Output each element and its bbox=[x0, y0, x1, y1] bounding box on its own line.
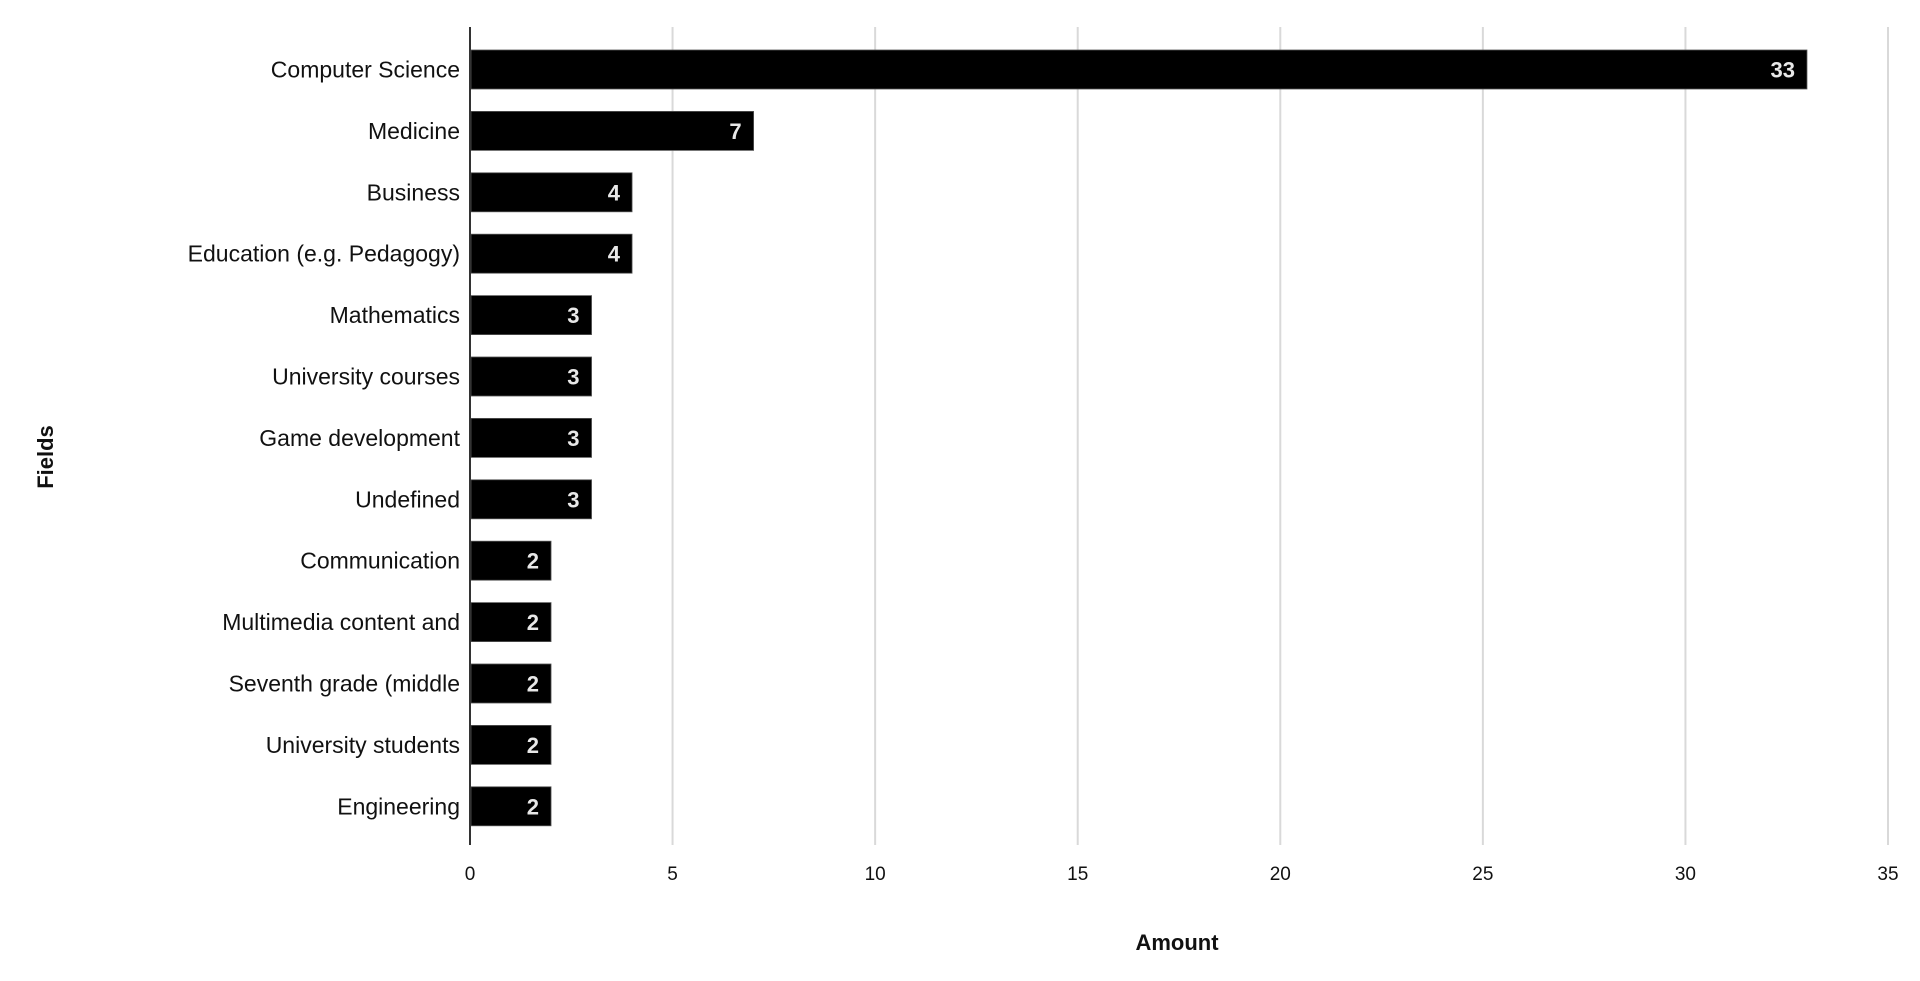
category-label: Undefined bbox=[355, 486, 460, 512]
bars bbox=[470, 49, 1808, 827]
category-label: Computer Science bbox=[271, 57, 460, 83]
category-label: University courses bbox=[272, 364, 460, 390]
bar bbox=[470, 49, 1808, 90]
data-label: 2 bbox=[527, 794, 539, 819]
data-label: 2 bbox=[527, 672, 539, 697]
data-label: 4 bbox=[608, 242, 621, 267]
category-label: Seventh grade (middle bbox=[229, 671, 460, 697]
category-label: Multimedia content and bbox=[222, 609, 460, 635]
category-label: Business bbox=[367, 179, 460, 205]
tick-label: 25 bbox=[1472, 864, 1493, 885]
tick-label: 20 bbox=[1270, 864, 1291, 885]
data-label: 2 bbox=[527, 733, 539, 758]
tick-label: 30 bbox=[1675, 864, 1696, 885]
category-label: Mathematics bbox=[330, 302, 460, 328]
x-axis-title: Amount bbox=[1135, 930, 1219, 955]
tick-label: 10 bbox=[865, 864, 886, 885]
data-label: 3 bbox=[567, 426, 579, 451]
gridlines bbox=[671, 27, 1889, 845]
data-label: 4 bbox=[608, 180, 621, 205]
data-label: 33 bbox=[1770, 58, 1794, 83]
category-label: Game development bbox=[259, 425, 460, 451]
category-label: Engineering bbox=[337, 793, 460, 819]
data-labels: 33744333322222 bbox=[527, 58, 1795, 820]
data-label: 3 bbox=[567, 487, 579, 512]
bar-chart: Computer Science Medicine Business Educatio… bbox=[33, 27, 1899, 955]
tick-label: 5 bbox=[667, 864, 678, 885]
x-tick-labels: 0 5 10 15 20 25 30 35 bbox=[465, 864, 1899, 885]
data-label: 3 bbox=[567, 303, 579, 328]
tick-label: 0 bbox=[465, 864, 476, 885]
category-labels: Computer Science Medicine Business Educatio… bbox=[188, 57, 461, 820]
tick-label: 15 bbox=[1067, 864, 1088, 885]
data-label: 7 bbox=[729, 119, 741, 144]
category-label: Medicine bbox=[368, 118, 460, 144]
data-label: 3 bbox=[567, 365, 579, 390]
category-label: Communication bbox=[300, 548, 460, 574]
tick-label: 35 bbox=[1877, 864, 1898, 885]
data-label: 2 bbox=[527, 610, 539, 635]
category-label: Education (e.g. Pedagogy) bbox=[188, 241, 460, 267]
bar bbox=[470, 111, 755, 151]
category-label: University students bbox=[266, 732, 460, 758]
y-axis-title: Fields bbox=[33, 425, 58, 489]
data-label: 2 bbox=[527, 549, 539, 574]
